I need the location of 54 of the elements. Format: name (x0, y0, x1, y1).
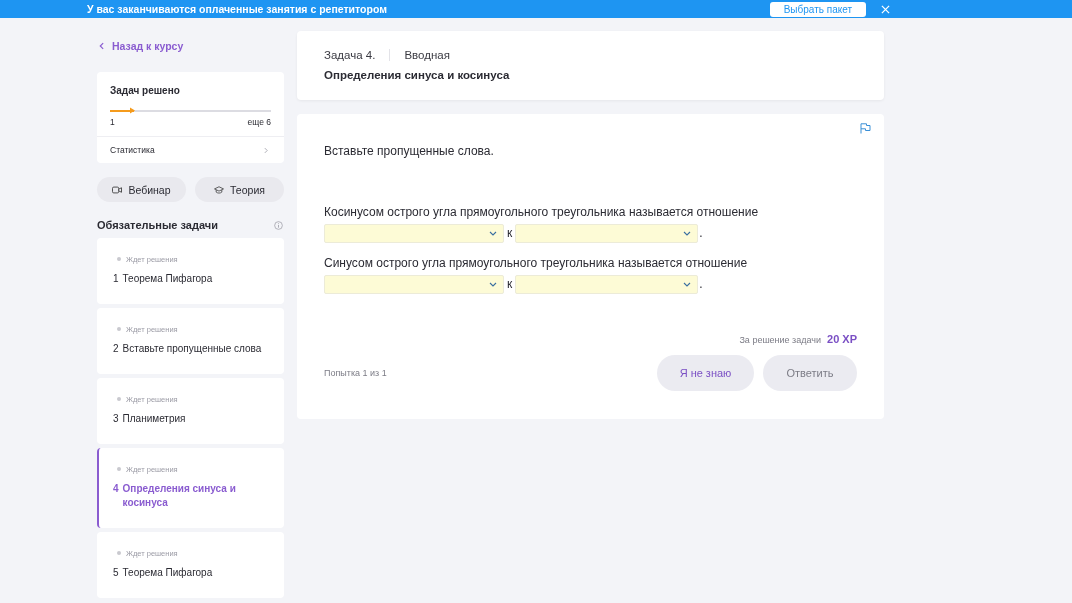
task-number: 1 (113, 272, 119, 286)
close-icon[interactable] (881, 4, 890, 14)
task-number: 4 (113, 482, 119, 496)
status-dot-icon (117, 467, 121, 471)
statistics-link[interactable]: Статистика (97, 137, 284, 163)
remaining-count: еще 6 (247, 117, 271, 128)
sentence-word: . (699, 226, 703, 241)
task-number-label: Задача 4. (324, 49, 376, 61)
sentence-text: Синусом острого угла прямоугольного треугольника называется отношение (324, 256, 749, 271)
status-dot-icon (117, 397, 121, 401)
task-title-heading: Определения синуса и косинуса (324, 68, 511, 83)
sentence-word: . (699, 277, 703, 292)
task-title: Планиметрия (122, 412, 187, 426)
task-title: Вставьте пропущенные слова (122, 342, 263, 356)
answer-dropdown[interactable] (515, 275, 699, 294)
theory-button[interactable]: Теория (195, 177, 284, 202)
info-icon[interactable] (274, 220, 283, 230)
task-instruction: Вставьте пропущенные слова. (324, 144, 495, 159)
caret-down-icon (683, 282, 692, 287)
status-dot-icon (117, 257, 121, 261)
dont-know-button[interactable]: Я не знаю (657, 355, 754, 391)
section-title: Обязательные задачи (97, 219, 218, 231)
caret-down-icon (683, 231, 692, 236)
attempts-counter: Попытка 1 из 1 (324, 368, 387, 378)
status-dot-icon (117, 551, 121, 555)
answer-dropdown[interactable] (324, 275, 504, 294)
stats-title: Задач решено (110, 84, 181, 97)
sentence-word: к (507, 226, 513, 241)
webinar-button[interactable]: Вебинар (97, 177, 186, 202)
chevron-left-icon (99, 42, 104, 50)
task-title: Теорема Пифагора (122, 272, 214, 286)
caret-down-icon (489, 231, 497, 236)
chevron-right-icon (264, 146, 268, 154)
flag-icon[interactable] (860, 123, 871, 134)
answer-dropdown[interactable] (324, 224, 504, 243)
status-dot-icon (117, 327, 121, 331)
progress-marker-icon (130, 107, 136, 114)
caret-down-icon (489, 282, 497, 287)
task-number: 5 (113, 566, 119, 580)
sentence-word: к (507, 277, 513, 292)
reward-points: 20 XP (827, 333, 857, 345)
notice-text: У вас заканчиваются оплаченные занятия с репетитором (87, 3, 387, 15)
reward-label: За решение задачи (739, 335, 822, 345)
task-number: 2 (113, 342, 119, 356)
camera-icon (112, 185, 123, 194)
answer-dropdown[interactable] (515, 224, 699, 243)
task-title: Определения синуса и косинуса (122, 482, 237, 510)
task-number: 3 (113, 412, 119, 426)
task-type-label: Вводная (404, 49, 450, 61)
solved-count: 1 (110, 117, 115, 128)
graduation-cap-icon (214, 185, 225, 194)
task-title: Теорема Пифагора (122, 566, 214, 580)
back-to-course-link[interactable]: Назад к курсу (99, 39, 184, 53)
sentence-text: Косинусом острого угла прямоугольного треугольника называется отношение (324, 205, 760, 220)
